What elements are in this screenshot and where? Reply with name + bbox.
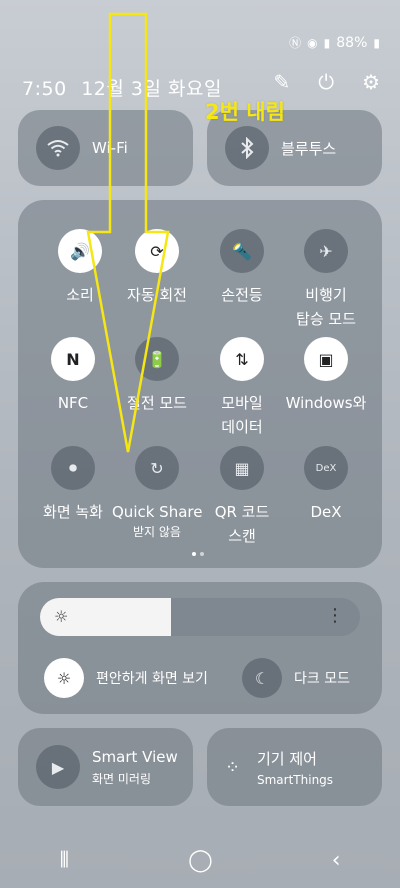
annotation-arrow	[86, 12, 170, 453]
annotation-label: 2번 내림	[205, 100, 285, 124]
